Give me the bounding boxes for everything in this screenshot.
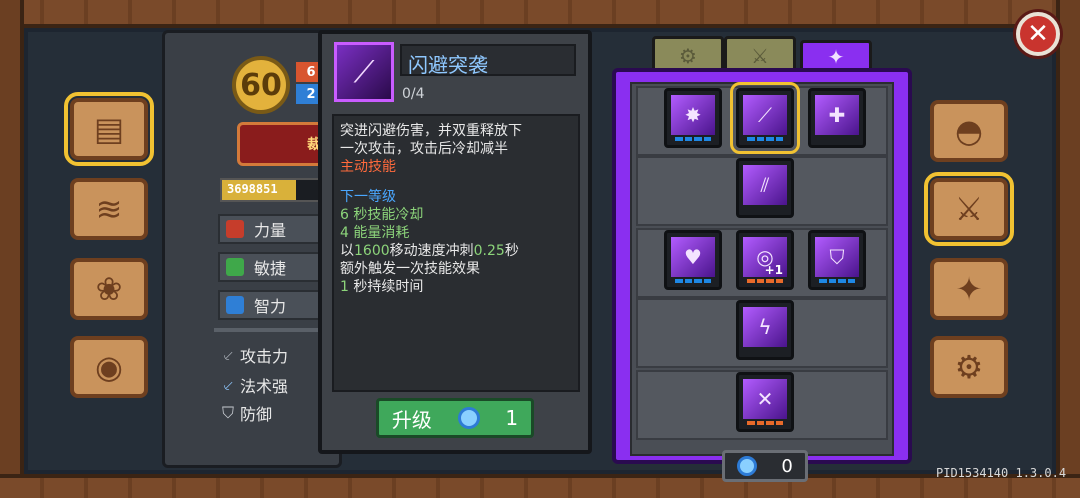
extra-trigger-line: 额外触发一次技能效果 (340, 261, 480, 277)
nav-tab-equipment[interactable]: ◓ (930, 100, 1008, 162)
stat-label-agility: 敏捷 (254, 259, 287, 278)
sword-upgrade-icon: ⚔ (954, 190, 984, 228)
skill-slot-burst[interactable]: ✸ (664, 88, 722, 148)
nav-tab-skill-tree[interactable]: ⚔ (924, 172, 1014, 246)
nav-tab-settings[interactable]: ⚙ (930, 336, 1008, 398)
wood-frame-bottom (0, 474, 1080, 498)
stat-row-strength: 力量 (218, 214, 328, 244)
wood-frame-right (1056, 0, 1080, 498)
skill-slot-dash-strike[interactable]: ⟋ (730, 82, 800, 154)
skill-level: 0/4 (402, 86, 425, 102)
version-label: PID1534140 1.3.0.4 (936, 466, 1067, 480)
stat-label-strength: 力量 (254, 221, 287, 240)
dash-strike-skill-icon: ⟋ (743, 95, 787, 135)
energy-line: 4 能量消耗 (340, 225, 410, 241)
skill-points-counter: 0 (722, 450, 808, 482)
lightning-slash-skill-icon: ϟ (743, 307, 787, 347)
wand-icon: ⸔ (222, 376, 235, 395)
sword-icon: ⸔ (222, 346, 235, 365)
nav-tab-skills-book[interactable]: ▤ (64, 92, 154, 166)
attribute-label-attack: 攻击力 (240, 347, 289, 366)
close-icon: ✕ (1027, 19, 1049, 49)
gear-tab-icon: ⚙ (679, 44, 697, 68)
gear-icon: ⚙ (954, 348, 984, 386)
treasure-map-icon: ≋ (95, 190, 123, 228)
nav-tab-map[interactable]: ≋ (70, 178, 148, 240)
plus-one-label: +1 (764, 263, 783, 277)
stat-label-intelligence: 智力 (254, 297, 287, 316)
skill-description: 突进闪避伤害，并双重释放下 一次攻击，攻击后冷却减半 主动技能 下一等级 6 秒… (332, 114, 580, 392)
upgrade-button[interactable]: 升级 1 (376, 398, 534, 438)
book-icon (226, 296, 244, 314)
dash-line: 以1600移动速度冲刺0.25秒 (340, 243, 519, 259)
attribute-row-attack: ⸔ 攻击力 (218, 342, 328, 368)
skill-slot-vortex[interactable]: ◎ +1 (736, 230, 794, 290)
crossed-swords-tab-icon: ⚔ (751, 44, 769, 68)
plus-heal-skill-icon: ✚ (815, 95, 859, 135)
skill-type: 主动技能 (340, 159, 396, 175)
skill-slot-lightning[interactable]: ϟ (736, 300, 794, 360)
upgrade-cost: 1 (505, 406, 519, 430)
skill-point-orb-icon (737, 456, 758, 476)
skill-slot-pet[interactable]: ♥ (664, 230, 722, 290)
desc-line-2: 一次攻击，攻击后冷却减半 (340, 141, 508, 157)
divider (214, 328, 330, 332)
fist-icon (226, 220, 244, 238)
skill-slot-heal[interactable]: ✚ (808, 88, 866, 148)
dash-strike-skill-icon: ⟋ (334, 42, 394, 102)
crossed-slash-skill-icon: ✕ (743, 379, 787, 419)
attribute-label-spell-power: 法术强 (240, 377, 289, 396)
desc-line-1: 突进闪避伤害，并双重释放下 (340, 123, 522, 139)
skill-slot-blades[interactable]: ⫽ (736, 158, 794, 218)
explosion-skill-icon: ✸ (671, 95, 715, 135)
experience-bar: 3698851 (220, 178, 330, 202)
cooldown-line: 6 秒技能冷却 (340, 207, 424, 223)
nav-tab-pets[interactable]: ❀ (70, 258, 148, 320)
book-icon: ▤ (93, 110, 125, 148)
skill-name: 闪避突袭 (400, 44, 576, 77)
star-emblem-tab-icon: ✦ (827, 45, 845, 69)
wood-frame-left (0, 0, 24, 498)
shield-icon: ⛉ (222, 403, 235, 422)
skill-points-value: 0 (781, 455, 793, 477)
skill-slot-shield[interactable]: ⛉ (808, 230, 866, 290)
helmet-icon: ◓ (955, 112, 983, 150)
experience-value: 3698851 (227, 182, 278, 196)
twin-blades-skill-icon: ⫽ (743, 165, 787, 205)
duration-line: 1 秒持续时间 (340, 279, 424, 295)
skill-slot-crossed-slash[interactable]: ✕ (736, 372, 794, 432)
attribute-row-spell-power: ⸔ 法术强 (218, 372, 328, 398)
stat-row-intelligence: 智力 (218, 290, 328, 320)
attribute-row-defense: ⛉ 防御 (218, 400, 328, 426)
shield-emblem-skill-icon: ⛉ (815, 237, 859, 277)
level-badge: 60 (232, 56, 290, 114)
helmet-ring-icon: ◉ (95, 348, 123, 386)
close-button[interactable]: ✕ (1016, 12, 1060, 56)
next-level-heading: 下一等级 (340, 189, 396, 205)
paw-icon: ❀ (95, 270, 123, 308)
stat-row-agility: 敏捷 (218, 252, 328, 282)
compass-star-icon: ✦ (955, 270, 983, 308)
leaf-icon (226, 258, 244, 276)
skill-point-orb-icon (457, 407, 480, 429)
heart-pet-skill-icon: ♥ (671, 237, 715, 277)
wood-frame-top (0, 0, 1080, 28)
upgrade-label: 升级 (391, 407, 432, 432)
nav-tab-talents[interactable]: ✦ (930, 258, 1008, 320)
nav-tab-rings[interactable]: ◉ (70, 336, 148, 398)
attribute-label-defense: 防御 (240, 405, 273, 424)
